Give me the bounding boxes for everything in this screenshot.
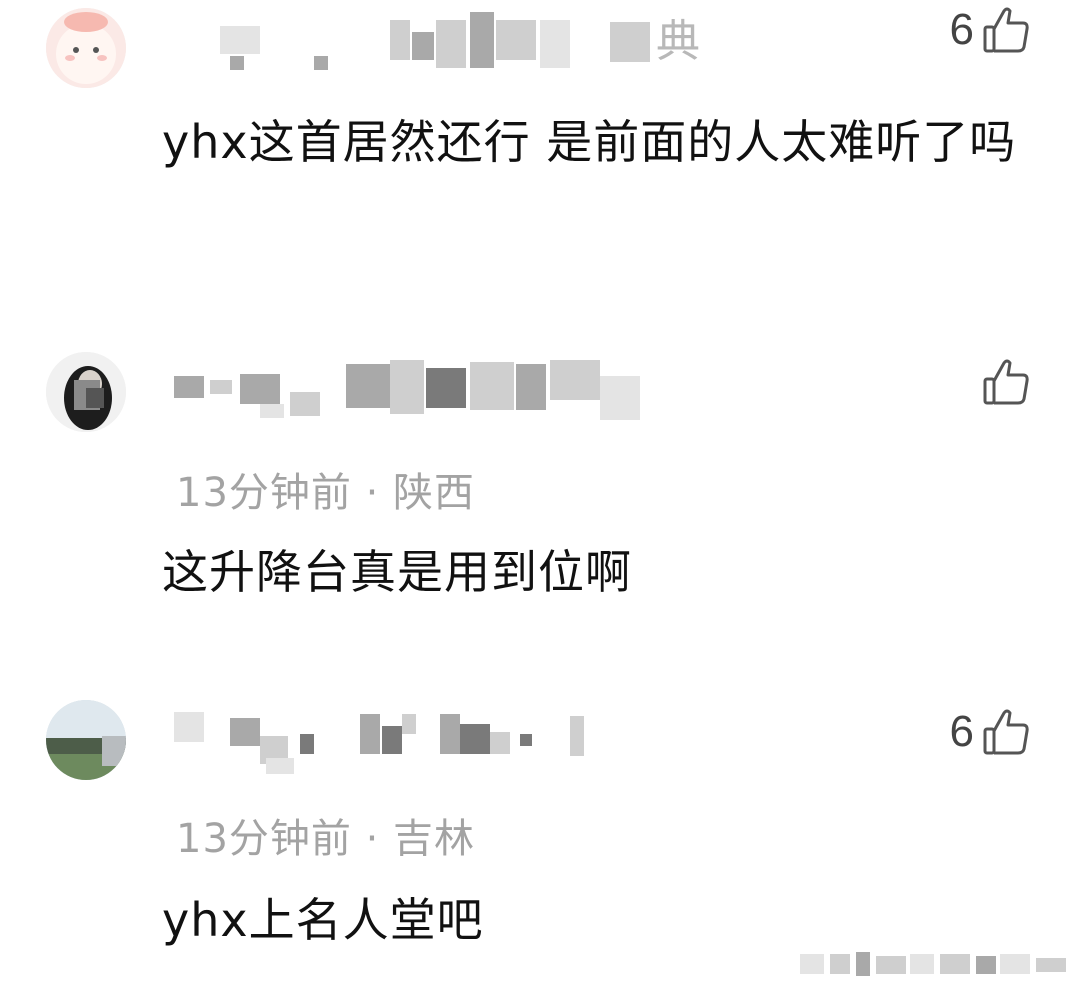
comment-text: yhx上名人堂吧 bbox=[162, 893, 484, 947]
avatar[interactable] bbox=[46, 700, 126, 780]
like-count: 6 bbox=[949, 5, 974, 54]
comment-meta: 13分钟前 · 吉林 bbox=[176, 816, 476, 862]
like-count: 6 bbox=[949, 707, 974, 756]
username-redacted[interactable] bbox=[170, 706, 770, 774]
comment-text: yhx这首居然还行 是前面的人太难听了吗 bbox=[162, 115, 1017, 169]
thumbs-up-icon bbox=[982, 707, 1030, 757]
thumbs-up-icon bbox=[982, 357, 1030, 407]
avatar[interactable] bbox=[46, 8, 126, 88]
comment-meta: 13分钟前 · 陕西 bbox=[176, 470, 476, 516]
like-button[interactable]: 6 bbox=[950, 4, 1030, 56]
like-button[interactable] bbox=[974, 356, 1030, 408]
comment-text: 这升降台真是用到位啊 bbox=[162, 545, 632, 599]
username-redacted[interactable]: 典 bbox=[170, 12, 770, 72]
watermark-redacted bbox=[800, 952, 1080, 976]
username-redacted[interactable] bbox=[170, 356, 770, 420]
thumbs-up-icon bbox=[982, 5, 1030, 55]
avatar[interactable] bbox=[46, 352, 126, 432]
like-button[interactable]: 6 bbox=[950, 706, 1030, 758]
username-visible-char: 典 bbox=[656, 16, 700, 67]
